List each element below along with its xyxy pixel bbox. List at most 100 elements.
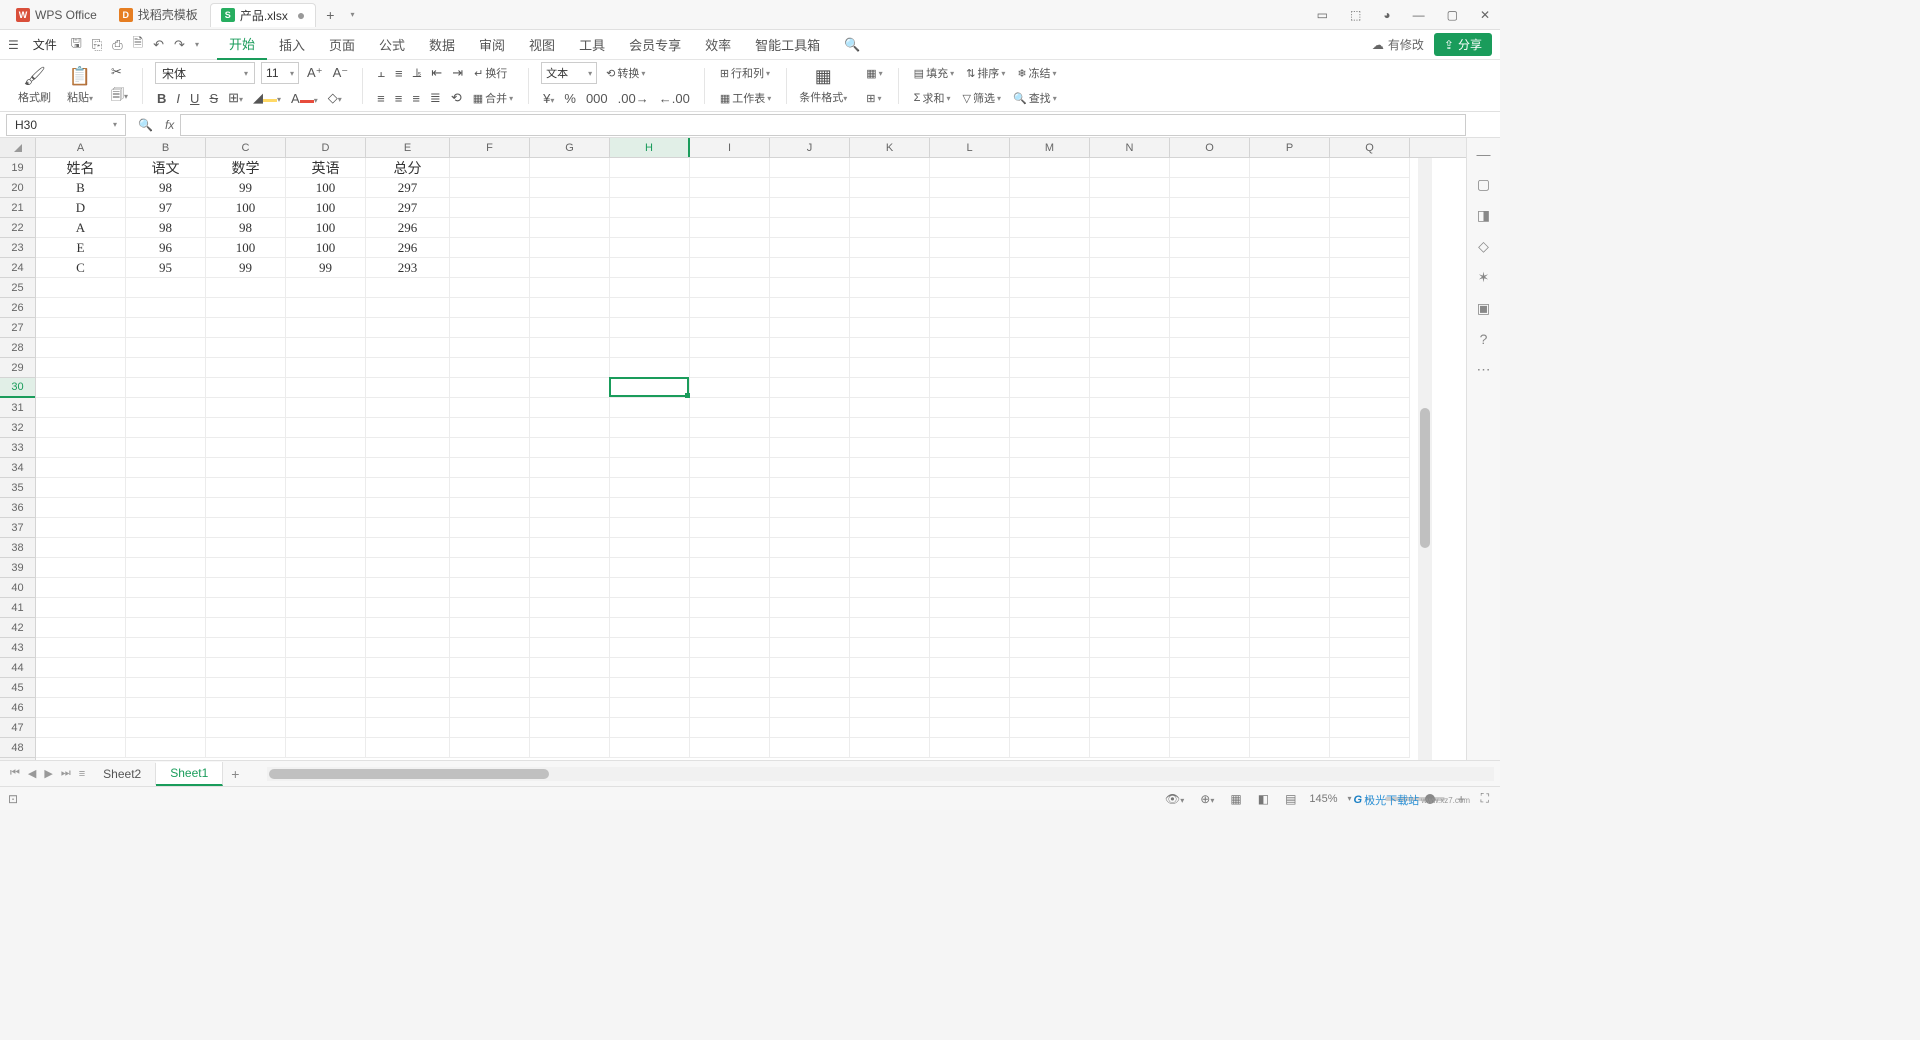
cell-G37[interactable]: [530, 518, 610, 538]
cell-J21[interactable]: [770, 198, 850, 218]
cell-B44[interactable]: [126, 658, 206, 678]
align-top-icon[interactable]: ⫠: [375, 63, 387, 83]
cell-G29[interactable]: [530, 358, 610, 378]
tab-view[interactable]: 视图: [517, 30, 567, 60]
cell-D47[interactable]: [286, 718, 366, 738]
freeze-button[interactable]: ❄冻结▾: [1014, 63, 1059, 83]
zoom-in-button[interactable]: +: [1455, 790, 1468, 808]
cell-Q34[interactable]: [1330, 458, 1410, 478]
cell-C23[interactable]: 100: [206, 238, 286, 258]
cell-M35[interactable]: [1010, 478, 1090, 498]
convert-button[interactable]: ⟲转换▾: [603, 63, 648, 83]
cell-I36[interactable]: [690, 498, 770, 518]
cells-area[interactable]: 姓名语文数学英语总分B9899100297D97100100297A989810…: [36, 158, 1466, 758]
cell-E24[interactable]: 293: [366, 258, 450, 278]
cell-C21[interactable]: 100: [206, 198, 286, 218]
cell-C33[interactable]: [206, 438, 286, 458]
vscroll-thumb[interactable]: [1420, 408, 1430, 548]
row-header-37[interactable]: 37: [0, 518, 35, 538]
col-header-Q[interactable]: Q: [1330, 138, 1410, 157]
row-header-33[interactable]: 33: [0, 438, 35, 458]
cell-I46[interactable]: [690, 698, 770, 718]
status-indicator-icon[interactable]: ⊡: [8, 792, 18, 806]
cell-C32[interactable]: [206, 418, 286, 438]
cell-F21[interactable]: [450, 198, 530, 218]
cell-G35[interactable]: [530, 478, 610, 498]
fill-button[interactable]: ▤填充▾: [911, 63, 957, 83]
cell-K47[interactable]: [850, 718, 930, 738]
number-format-select[interactable]: 文本▾: [541, 62, 597, 84]
cell-O38[interactable]: [1170, 538, 1250, 558]
cell-Q23[interactable]: [1330, 238, 1410, 258]
cell-I32[interactable]: [690, 418, 770, 438]
cell-P33[interactable]: [1250, 438, 1330, 458]
cell-H33[interactable]: [610, 438, 690, 458]
cell-O22[interactable]: [1170, 218, 1250, 238]
cell-A46[interactable]: [36, 698, 126, 718]
cell-B37[interactable]: [126, 518, 206, 538]
cell-A47[interactable]: [36, 718, 126, 738]
cell-D37[interactable]: [286, 518, 366, 538]
app-tab[interactable]: W WPS Office: [6, 3, 107, 27]
row-header-21[interactable]: 21: [0, 198, 35, 218]
cell-K23[interactable]: [850, 238, 930, 258]
tab-formula[interactable]: 公式: [367, 30, 417, 60]
align-center-icon[interactable]: ≡: [393, 89, 405, 108]
tab-search[interactable]: 🔍: [832, 30, 872, 60]
cell-A43[interactable]: [36, 638, 126, 658]
row-header-23[interactable]: 23: [0, 238, 35, 258]
cell-M45[interactable]: [1010, 678, 1090, 698]
cell-L33[interactable]: [930, 438, 1010, 458]
row-header-48[interactable]: 48: [0, 738, 35, 758]
cell-E33[interactable]: [366, 438, 450, 458]
cell-P38[interactable]: [1250, 538, 1330, 558]
align-bottom-icon[interactable]: ⫡: [411, 63, 424, 83]
cell-N38[interactable]: [1090, 538, 1170, 558]
cell-M20[interactable]: [1010, 178, 1090, 198]
cell-I44[interactable]: [690, 658, 770, 678]
tab-review[interactable]: 审阅: [467, 30, 517, 60]
cell-O34[interactable]: [1170, 458, 1250, 478]
cell-B43[interactable]: [126, 638, 206, 658]
cell-D34[interactable]: [286, 458, 366, 478]
cell-Q47[interactable]: [1330, 718, 1410, 738]
col-header-A[interactable]: A: [36, 138, 126, 157]
cell-I37[interactable]: [690, 518, 770, 538]
cell-N34[interactable]: [1090, 458, 1170, 478]
cell-Q24[interactable]: [1330, 258, 1410, 278]
new-tab-button[interactable]: +: [318, 7, 342, 23]
cell-D25[interactable]: [286, 278, 366, 298]
cell-M29[interactable]: [1010, 358, 1090, 378]
cell-N48[interactable]: [1090, 738, 1170, 758]
zoom-out-button[interactable]: −: [1362, 790, 1375, 808]
cell-O28[interactable]: [1170, 338, 1250, 358]
cloud-status[interactable]: ☁ 有修改: [1372, 36, 1424, 53]
cell-E45[interactable]: [366, 678, 450, 698]
cell-B31[interactable]: [126, 398, 206, 418]
cell-L36[interactable]: [930, 498, 1010, 518]
cell-L43[interactable]: [930, 638, 1010, 658]
row-header-22[interactable]: 22: [0, 218, 35, 238]
cell-L23[interactable]: [930, 238, 1010, 258]
cell-P19[interactable]: [1250, 158, 1330, 178]
qat-dropdown[interactable]: ▾: [195, 40, 199, 49]
cell-P24[interactable]: [1250, 258, 1330, 278]
cell-K25[interactable]: [850, 278, 930, 298]
cell-C43[interactable]: [206, 638, 286, 658]
cell-F26[interactable]: [450, 298, 530, 318]
cell-Q39[interactable]: [1330, 558, 1410, 578]
cell-I39[interactable]: [690, 558, 770, 578]
cell-G33[interactable]: [530, 438, 610, 458]
italic-button[interactable]: I: [174, 89, 182, 108]
cell-G41[interactable]: [530, 598, 610, 618]
cell-I45[interactable]: [690, 678, 770, 698]
cell-C35[interactable]: [206, 478, 286, 498]
cell-O23[interactable]: [1170, 238, 1250, 258]
cell-N25[interactable]: [1090, 278, 1170, 298]
cell-N46[interactable]: [1090, 698, 1170, 718]
cell-Q20[interactable]: [1330, 178, 1410, 198]
cell-A20[interactable]: B: [36, 178, 126, 198]
cell-B45[interactable]: [126, 678, 206, 698]
cell-C40[interactable]: [206, 578, 286, 598]
cell-H20[interactable]: [610, 178, 690, 198]
